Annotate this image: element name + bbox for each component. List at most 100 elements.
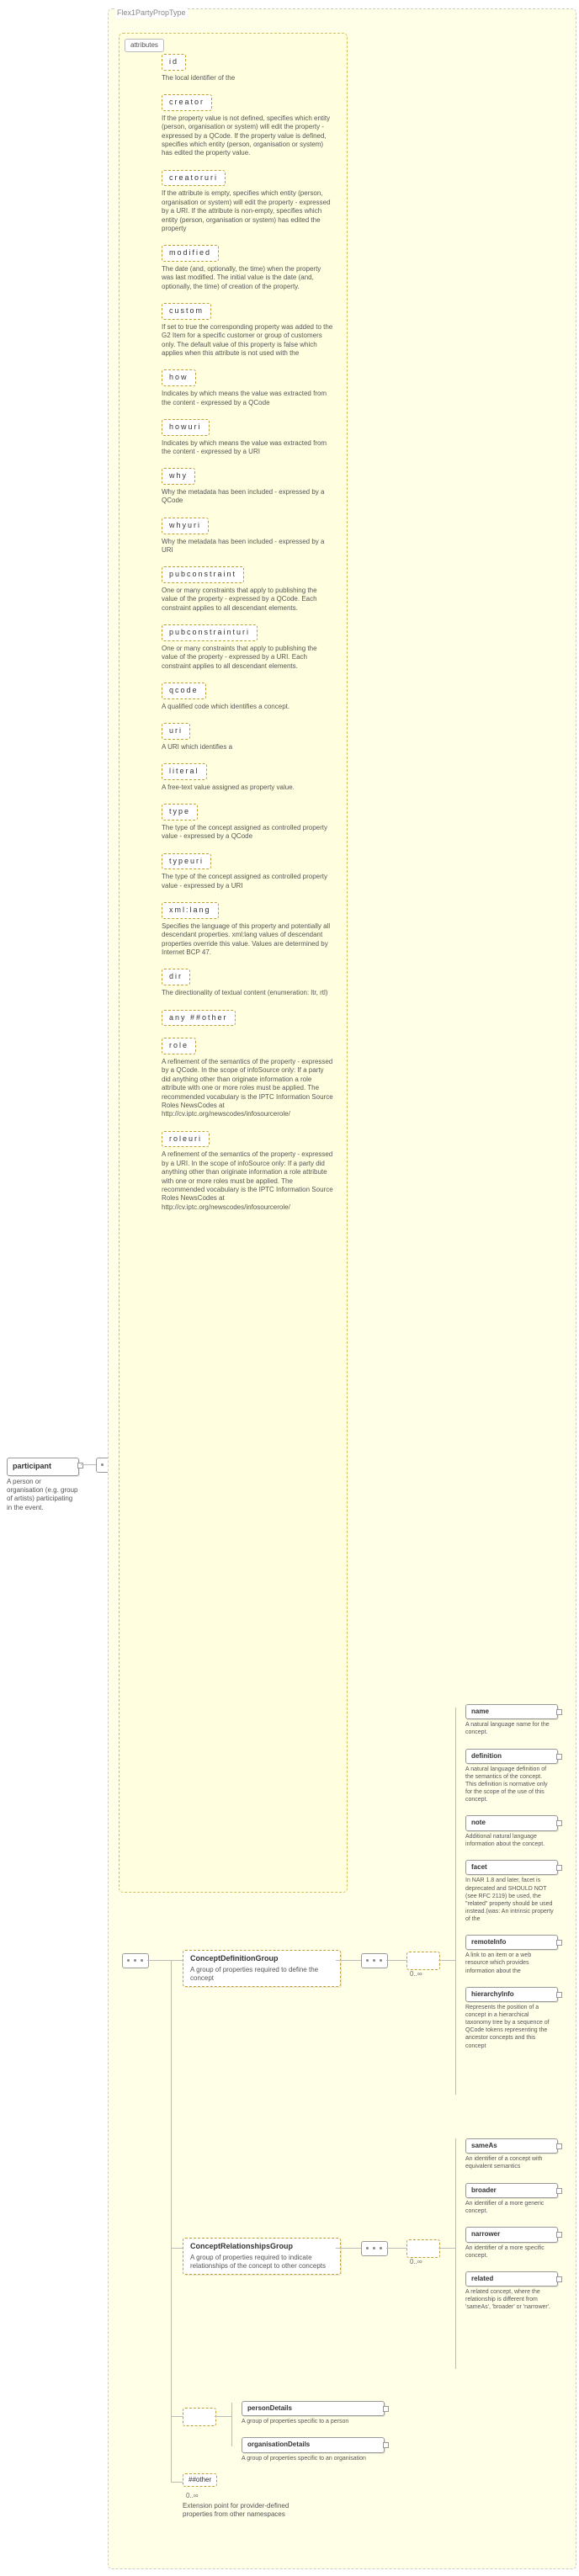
attach-indicator: [556, 2232, 562, 2238]
group2-name: ConceptRelationshipsGroup: [190, 2242, 333, 2252]
item-remoteInfo: remoteInfoA link to an item or a web res…: [465, 1935, 558, 1975]
group1-desc: A group of properties required to define…: [190, 1966, 333, 1984]
item-desc: In NAR 1.8 and later, facet is deprecate…: [465, 1877, 555, 1923]
attach-indicator: [556, 1709, 562, 1715]
item-note: noteAdditional natural language informat…: [465, 1815, 558, 1848]
wire: [438, 1960, 455, 1961]
item-facet: facet In NAR 1.8 and later, facet is depr…: [465, 1860, 558, 1923]
item-name: sameAs: [471, 2142, 552, 2150]
attr-desc: Indicates by which means the value was e…: [162, 390, 334, 407]
item-desc: A natural language definition of the sem…: [465, 1766, 555, 1803]
attr-how: howIndicates by which means the value wa…: [162, 369, 334, 406]
item-desc: Represents the position of a concept in …: [465, 2004, 555, 2050]
wire: [336, 1960, 361, 1961]
attr-desc: A URI which identifies a: [162, 743, 334, 752]
wire: [336, 2248, 361, 2249]
attr-desc: A refinement of the semantics of the pro…: [162, 1150, 334, 1212]
attr-creator: creator If the property value is not defi…: [162, 94, 334, 158]
attach-indicator: [556, 2143, 562, 2149]
wire: [455, 2138, 456, 2369]
attr-name: literal: [162, 763, 207, 780]
any-card: 0..∞: [186, 2492, 199, 2500]
attr-name: why: [162, 468, 195, 485]
attr-name: creator: [162, 94, 212, 111]
choice-icon: [406, 1952, 440, 1970]
attr-name: dir: [162, 969, 190, 985]
item-name: name A natural language name for the conc…: [465, 1704, 558, 1737]
wire: [231, 2403, 232, 2446]
attr-desc: Why the metadata has been included - exp…: [162, 538, 334, 555]
wire: [386, 2248, 406, 2249]
wire: [215, 2416, 231, 2417]
choice-icon: [183, 2408, 216, 2426]
participant-desc: A person or organisation (e.g. group of …: [7, 1478, 79, 1513]
item-box: related: [465, 2271, 558, 2287]
item-box: narrower: [465, 2227, 558, 2242]
attr-pubconstrainturi: pubconstrainturi One or many constraints …: [162, 624, 334, 671]
choice-icon: [406, 2239, 440, 2258]
attr-name: pubconstrainturi: [162, 624, 258, 641]
item-personDetails: personDetailsA group of properties speci…: [242, 2401, 385, 2425]
attr-name: role: [162, 1038, 196, 1054]
attr-desc: Specifies the language of this property …: [162, 922, 334, 958]
group1-name: ConceptDefinitionGroup: [190, 1954, 333, 1964]
wire: [438, 2248, 455, 2249]
attr-uri: uri A URI which identifies a: [162, 723, 334, 752]
attach-indicator: [556, 1992, 562, 1998]
item-box: organisationDetails: [242, 2437, 385, 2452]
item-name: note: [471, 1819, 552, 1827]
item-name: organisationDetails: [247, 2441, 379, 2449]
any-label: ##other: [189, 2476, 211, 2483]
any-desc: Extension point for provider-defined pro…: [183, 2502, 300, 2520]
attr-desc: The directionality of textual content (e…: [162, 989, 334, 997]
item-organisationDetails: organisationDetailsA group of properties…: [242, 2437, 385, 2462]
attach-indicator: [383, 2442, 389, 2448]
attr-name: uri: [162, 723, 190, 740]
attr-modified: modifiedThe date (and, optionally, the t…: [162, 245, 334, 291]
wire: [171, 1960, 183, 1961]
item-desc: An identifier of a more generic concept.: [465, 2200, 555, 2215]
wire: [147, 1960, 171, 1961]
wire: [171, 2482, 183, 2483]
wire: [455, 1708, 456, 2095]
attr-qcode: qcodeA qualified code which identifies a…: [162, 683, 334, 711]
attr-whyuri: whyuriWhy the metadata has been included…: [162, 518, 334, 555]
participant-element: participant A person or organisation (e.…: [7, 1458, 79, 1512]
attr-creatoruri: creatoruriIf the attribute is empty, spe…: [162, 170, 334, 234]
item-name: facet: [471, 1863, 552, 1872]
item-related: related A related concept, where the rela…: [465, 2271, 558, 2312]
attach-indicator: [556, 2188, 562, 2194]
attr-name: id: [162, 54, 186, 71]
item-box: facet: [465, 1860, 558, 1875]
item-box: personDetails: [242, 2401, 385, 2416]
attr-name: typeuri: [162, 853, 211, 870]
attr-dir: dir The directionality of textual content…: [162, 969, 334, 997]
wire: [171, 2248, 183, 2249]
attr-literal: literal A free-text value assigned as pro…: [162, 763, 334, 792]
attr-pubconstraint: pubconstraintOne or many constraints tha…: [162, 566, 334, 613]
attributes-column: idThe local identifier of thecreatorIf t…: [162, 42, 334, 1212]
item-name: related: [471, 2275, 552, 2283]
attr-desc: One or many constraints that apply to pu…: [162, 645, 334, 671]
item-box: name: [465, 1704, 558, 1719]
item-box: note: [465, 1815, 558, 1830]
attr-desc: A free-text value assigned as property v…: [162, 783, 334, 792]
participant-name: participant: [13, 1462, 73, 1472]
attr-name: xml:lang: [162, 902, 219, 919]
attr-desc: If the property value is not defined, sp…: [162, 114, 334, 158]
attr-type: typeThe type of the concept assigned as …: [162, 804, 334, 841]
attr-name: type: [162, 804, 198, 821]
item-box: broader: [465, 2183, 558, 2198]
attach-indicator: [556, 1820, 562, 1826]
wire: [386, 1960, 406, 1961]
item-desc: A natural language name for the concept.: [465, 1721, 555, 1736]
item-name: hierarchyInfo: [471, 1990, 552, 1999]
attr-typeuri: typeuriThe type of the concept assigned …: [162, 853, 334, 890]
type-title: Flex1PartyPropType: [115, 8, 188, 19]
group2-desc: A group of properties required to indica…: [190, 2254, 333, 2271]
item-box: definition: [465, 1749, 558, 1764]
attr-desc: Indicates by which means the value was e…: [162, 439, 334, 457]
item-hierarchyInfo: hierarchyInfo Represents the position of …: [465, 1987, 558, 2050]
attr-name: custom: [162, 303, 211, 320]
item-desc: A related concept, where the relationshi…: [465, 2288, 555, 2311]
